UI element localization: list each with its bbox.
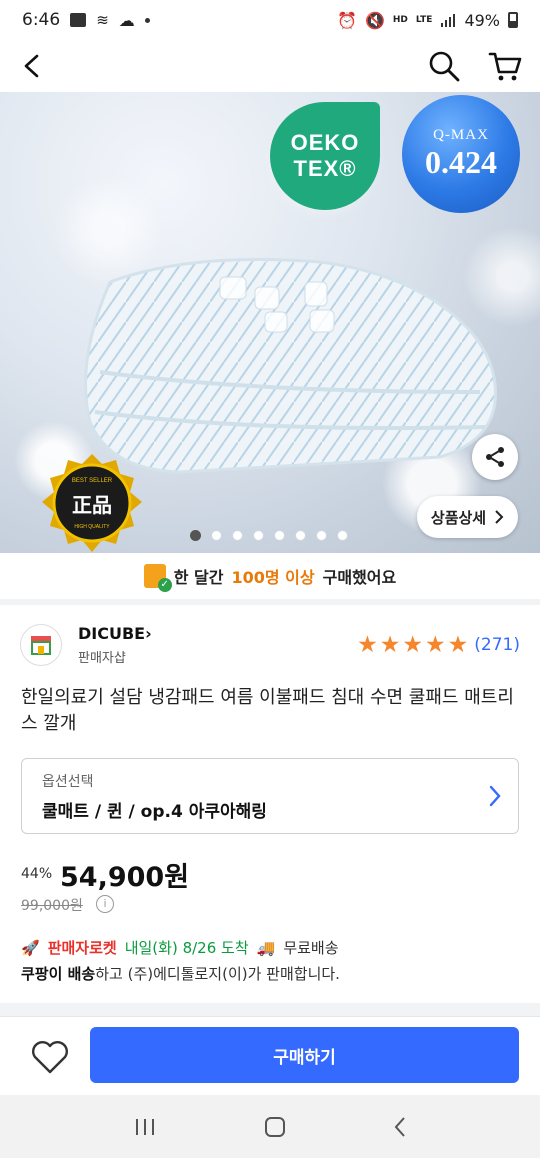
app-bar <box>0 40 540 92</box>
svg-text:HIGH QUALITY: HIGH QUALITY <box>74 524 110 530</box>
carousel-dot[interactable] <box>295 530 306 541</box>
heart-icon[interactable] <box>30 1039 70 1075</box>
oeko-tex-logo: OEKO TEX® <box>270 102 380 210</box>
weather-icon: ≋ <box>96 11 109 29</box>
star-icon: ★ <box>379 631 401 658</box>
carousel-dot[interactable] <box>274 530 285 541</box>
discount-rate: 44% <box>21 866 53 882</box>
seller-name-link[interactable]: DICUBE› <box>78 624 152 643</box>
chevron-right-icon <box>489 785 501 807</box>
cart-icon[interactable] <box>488 50 522 82</box>
star-icon: ★ <box>357 631 378 658</box>
section-divider <box>0 1003 540 1017</box>
share-icon <box>486 447 504 467</box>
back-icon[interactable] <box>18 52 46 80</box>
star-icon: ★ <box>425 631 446 658</box>
recent-apps-icon[interactable] <box>133 1117 157 1137</box>
share-button[interactable] <box>472 434 518 480</box>
lte-icon: LTE <box>415 14 433 25</box>
carousel-dot[interactable] <box>316 530 327 541</box>
seller-logo[interactable] <box>20 624 62 666</box>
carousel-dot[interactable] <box>253 530 264 541</box>
shopping-bag-icon <box>143 564 172 592</box>
status-time: 6:46 <box>22 10 61 30</box>
battery-icon <box>508 12 518 28</box>
alarm-icon: ⏰ <box>337 10 357 30</box>
hd-voice-icon: HD <box>392 14 408 25</box>
option-selector[interactable]: 옵션선택 쿨매트 / 퀸 / op.4 아쿠아해링 <box>21 758 519 834</box>
status-bar: 6:46 ≋ ☁ ⏰ 🔇 HD LTE 49% <box>0 0 540 40</box>
search-icon[interactable] <box>428 50 460 82</box>
arrival-date: 내일(화) 8/26 도착 <box>124 939 249 957</box>
rocket-icon: 🚀 <box>21 938 40 957</box>
battery-text: 49% <box>464 10 500 30</box>
chevron-right-icon <box>495 510 504 524</box>
carousel-dot[interactable] <box>232 530 243 541</box>
qmax-badge: Q-MAX 0.424 <box>402 95 520 213</box>
cooling-pad-image <box>84 258 497 474</box>
option-label: 옵션선택 <box>42 774 94 790</box>
cloud-icon: ☁ <box>118 10 135 30</box>
seller-row: DICUBE› 판매자샵 ★ ★ ★ ★ ★ (271) <box>20 620 520 670</box>
carousel-indicator <box>190 530 348 541</box>
rating-summary[interactable]: ★ ★ ★ ★ ★ (271) <box>357 631 520 658</box>
system-nav-bar <box>0 1095 540 1158</box>
home-icon[interactable] <box>264 1116 286 1138</box>
notification-dot-icon <box>144 17 150 23</box>
sale-price: 54,900원 <box>60 862 190 893</box>
rocket-label: 판매자로켓 <box>47 939 117 957</box>
svg-text:正品: 正品 <box>72 493 112 517</box>
carousel-dot[interactable] <box>190 530 201 541</box>
delivery-info: 🚀 판매자로켓 내일(화) 8/26 도착 🚚 무료배송 <box>21 937 339 958</box>
original-price: 99,000원 <box>21 898 83 914</box>
free-shipping: 무료배송 <box>283 939 339 957</box>
carousel-dot[interactable] <box>211 530 222 541</box>
seller-subtitle: 판매자샵 <box>78 651 126 666</box>
review-count[interactable]: (271) <box>474 635 520 655</box>
gallery-icon <box>70 13 87 27</box>
option-value: 쿨매트 / 퀸 / op.4 아쿠아해링 <box>42 802 267 822</box>
buy-button[interactable]: 구매하기 <box>90 1027 519 1083</box>
star-icon: ★ <box>447 631 469 658</box>
carousel-dot[interactable] <box>337 530 348 541</box>
signal-icon <box>441 14 456 27</box>
best-seller-badge: BEST SELLER 正品 HIGH QUALITY <box>42 454 142 552</box>
product-detail-button[interactable]: 상품상세 <box>417 496 518 538</box>
svg-text:BEST SELLER: BEST SELLER <box>72 478 113 484</box>
product-title: 한일의료기 설담 냉감패드 여름 이불패드 침대 수면 쿨패드 매트리스 깔개 <box>21 687 514 734</box>
store-icon <box>31 636 51 655</box>
sold-by-text: 쿠팡이 배송하고 (주)에디톨로지(이)가 판매합니다. <box>21 965 340 983</box>
mute-icon: 🔇 <box>364 10 385 30</box>
product-image-carousel[interactable]: OEKO TEX® Q-MAX 0.424 BEST SELLER 正品 HIG… <box>0 92 540 553</box>
info-icon[interactable]: i <box>96 895 114 913</box>
purchase-count-notice: 한 달간 100명 이상 구매했어요 <box>0 553 540 599</box>
truck-icon: 🚚 <box>256 938 276 957</box>
star-icon: ★ <box>402 631 424 658</box>
system-back-icon[interactable] <box>393 1116 407 1138</box>
section-divider <box>0 599 540 605</box>
product-detail-label: 상품상세 <box>430 508 487 527</box>
bottom-action-bar: 구매하기 <box>0 1017 540 1095</box>
